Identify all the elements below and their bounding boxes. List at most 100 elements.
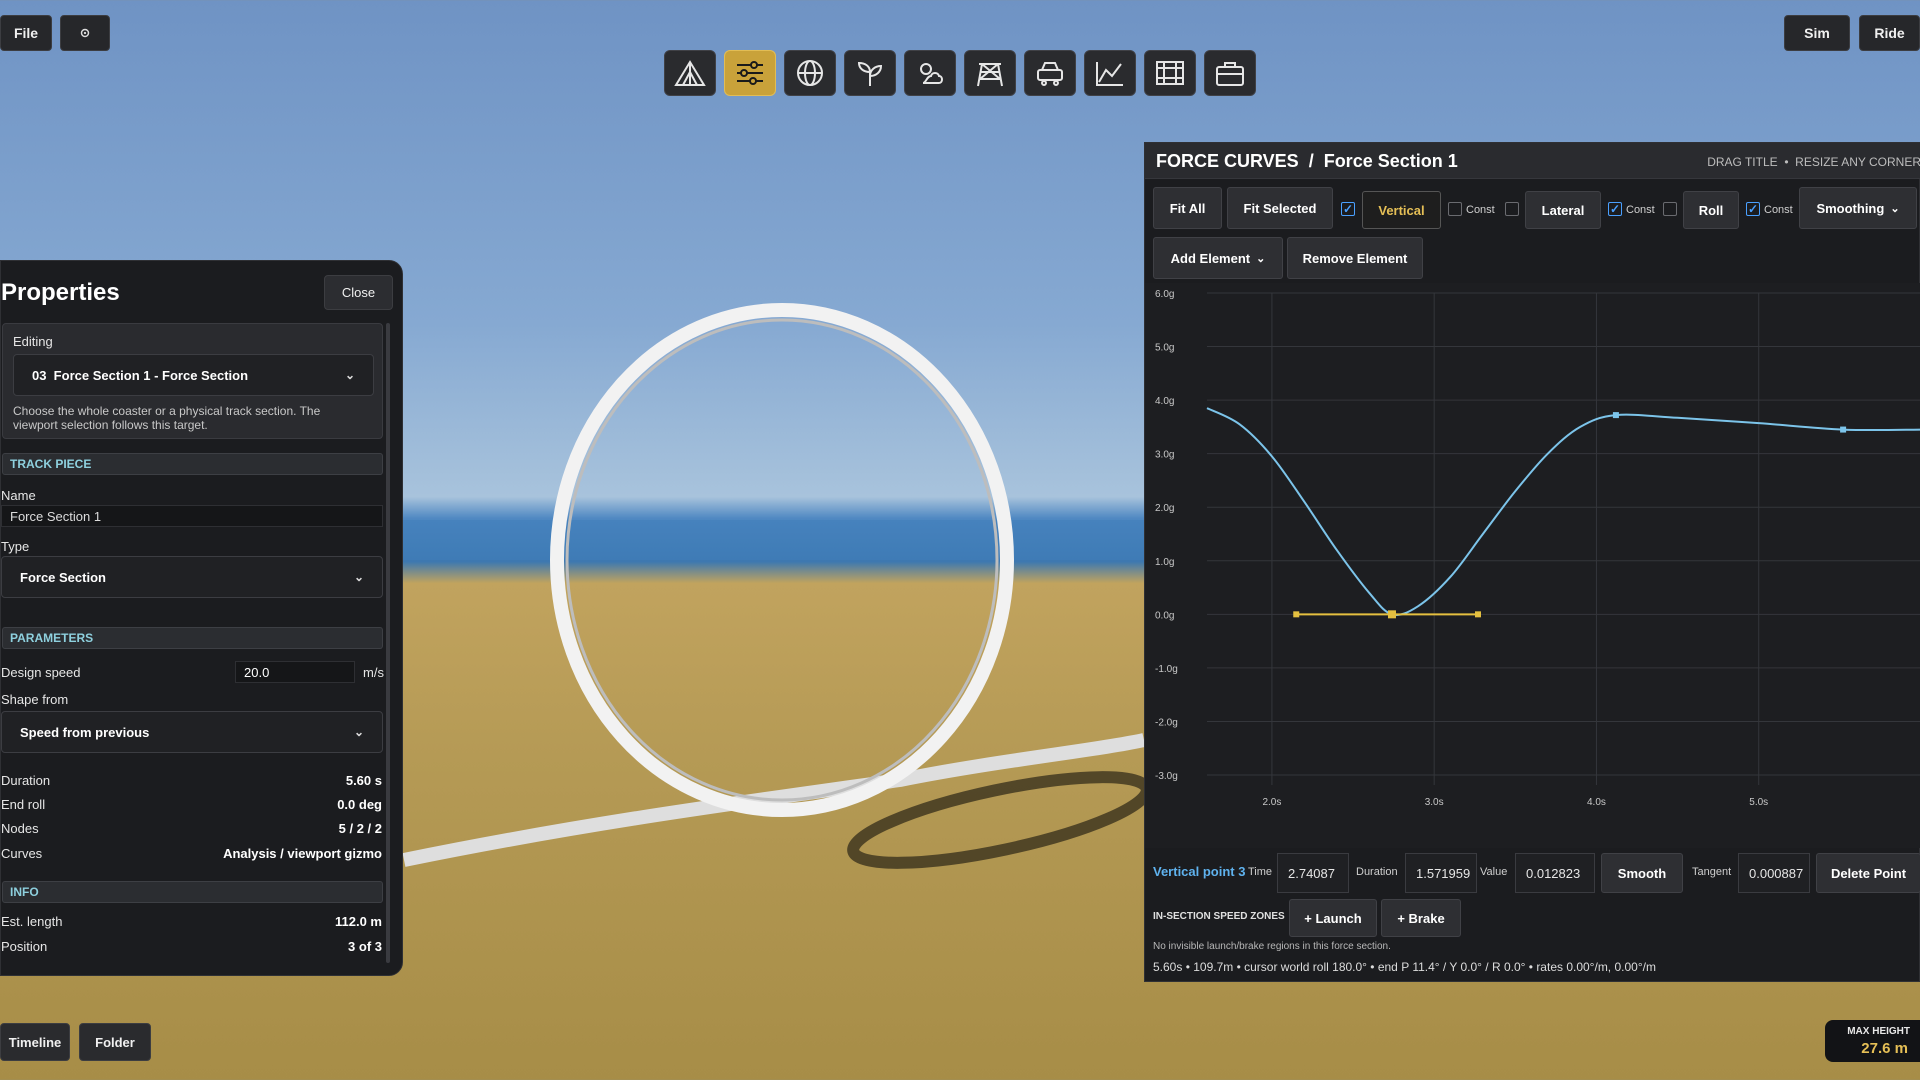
x-tick-label: 3.0s: [1425, 797, 1444, 808]
tool-globe[interactable]: [784, 50, 836, 96]
point-label: Vertical point 3: [1153, 864, 1246, 879]
folder-button[interactable]: Folder: [79, 1023, 151, 1061]
gear-icon: [80, 28, 90, 38]
close-button[interactable]: Close: [324, 275, 393, 310]
vertical-const-checkbox[interactable]: [1448, 202, 1462, 216]
fit-selected-button[interactable]: Fit Selected: [1227, 187, 1333, 229]
info-value: 3 of 3: [348, 939, 382, 954]
y-tick-label: 5.0g: [1155, 343, 1174, 354]
max-height-value: 27.6 m: [1861, 1040, 1908, 1057]
force-curve-chart[interactable]: 6.0g 5.0g 4.0g 3.0g 2.0g 1.0g 0.0g -1.0g -2.0g -3…: [1145, 283, 1920, 848]
file-button[interactable]: File: [0, 15, 52, 51]
curve-point: [1840, 426, 1847, 433]
delete-point-button[interactable]: Delete Point: [1816, 853, 1920, 893]
roll-checkbox[interactable]: [1663, 202, 1677, 216]
type-select[interactable]: Force Section ⌄: [1, 556, 383, 598]
const-label: Const: [1764, 204, 1793, 216]
force-curves-title: FORCE CURVES / Force Section 1: [1156, 151, 1458, 171]
parameters-header: PARAMETERS: [2, 627, 383, 649]
film-icon: [1156, 61, 1184, 85]
y-tick-label: -1.0g: [1155, 664, 1178, 675]
add-element-label: Add Element: [1170, 250, 1251, 266]
speed-zones-label: IN-SECTION SPEED ZONES: [1153, 911, 1285, 922]
design-speed-input[interactable]: 20.0: [235, 661, 355, 683]
name-input[interactable]: Force Section 1: [1, 505, 383, 527]
shape-from-select-value: Speed from previous: [20, 724, 150, 740]
chevron-down-icon: ⌄: [344, 368, 355, 382]
weather-icon: [920, 63, 943, 84]
stat-label: Duration: [1, 773, 51, 788]
stat-label: Curves: [1, 846, 43, 861]
editing-help: Choose the whole coaster or a physical t…: [13, 404, 321, 432]
lateral-const-checkbox[interactable]: ✓: [1608, 202, 1622, 216]
editing-select-value: 03 Force Section 1 - Force Section: [32, 367, 249, 383]
plant-icon: [857, 61, 883, 86]
tool-film[interactable]: [1144, 50, 1196, 96]
max-height-label: MAX HEIGHT: [1847, 1026, 1910, 1037]
duration-input[interactable]: 1.571959: [1405, 853, 1477, 893]
tool-weather[interactable]: [904, 50, 956, 96]
lateral-checkbox[interactable]: [1505, 202, 1519, 216]
tent-icon: [674, 60, 706, 86]
tool-car[interactable]: [1024, 50, 1076, 96]
no-regions-note: No invisible launch/brake regions in thi…: [1153, 941, 1391, 952]
y-tick-label: 2.0g: [1155, 503, 1174, 514]
launch-button[interactable]: + Launch: [1289, 899, 1377, 937]
tool-plant[interactable]: [844, 50, 896, 96]
tool-sliders[interactable]: [724, 50, 776, 96]
y-tick-label: -3.0g: [1155, 771, 1178, 782]
timeline-button[interactable]: Timeline: [0, 1023, 70, 1061]
design-speed-unit: m/s: [363, 665, 384, 680]
tower-icon: [977, 63, 1003, 87]
const-label: Const: [1626, 204, 1655, 216]
lateral-button[interactable]: Lateral: [1525, 191, 1601, 229]
type-select-value: Force Section: [20, 569, 106, 585]
fit-all-button[interactable]: Fit All: [1153, 187, 1222, 229]
info-label: Est. length: [1, 914, 63, 929]
vertical-checkbox[interactable]: ✓: [1341, 202, 1355, 216]
properties-scrollbar[interactable]: [386, 323, 390, 963]
stat-value: 5 / 2 / 2: [338, 821, 382, 836]
name-label: Name: [1, 488, 36, 503]
remove-element-button[interactable]: Remove Element: [1287, 237, 1423, 279]
editing-select[interactable]: 03 Force Section 1 - Force Section ⌄: [13, 354, 374, 396]
vertical-button[interactable]: Vertical: [1362, 191, 1441, 229]
add-element-dropdown[interactable]: Add Element ⌄: [1153, 237, 1283, 279]
roll-button[interactable]: Roll: [1683, 191, 1739, 229]
tool-tower[interactable]: [964, 50, 1016, 96]
value-input[interactable]: 0.012823: [1515, 853, 1595, 893]
stat-value: 5.60 s: [345, 773, 382, 788]
y-tick-label: -2.0g: [1155, 717, 1178, 728]
shape-from-select[interactable]: Speed from previous ⌄: [1, 711, 383, 753]
tool-graph[interactable]: [1084, 50, 1136, 96]
selected-curve-point: [1387, 610, 1396, 619]
smooth-button[interactable]: Smooth: [1601, 853, 1683, 893]
tangent-label: Tangent: [1692, 866, 1732, 878]
time-input[interactable]: 2.74087: [1277, 853, 1349, 893]
info-label: Position: [1, 939, 48, 954]
roll-const-checkbox[interactable]: ✓: [1746, 202, 1760, 216]
brake-button[interactable]: + Brake: [1381, 899, 1461, 937]
x-tick-label: 5.0s: [1749, 797, 1768, 808]
force-curve-graph[interactable]: 6.0g 5.0g 4.0g 3.0g 2.0g 1.0g 0.0g -1.0g -2.0g -3…: [1145, 283, 1920, 848]
sliders-icon: [737, 61, 763, 85]
type-label: Type: [1, 539, 30, 554]
tool-tent[interactable]: [664, 50, 716, 96]
tool-toolbox[interactable]: [1204, 50, 1256, 96]
editing-label: Editing: [13, 334, 53, 349]
tangent-input[interactable]: 0.000887: [1738, 853, 1810, 893]
max-height-readout: MAX HEIGHT 27.6 m: [1825, 1020, 1920, 1062]
tool-palette: [664, 50, 1256, 96]
value-label: Value: [1480, 866, 1508, 878]
shape-from-label: Shape from: [1, 692, 69, 707]
properties-title: Properties: [1, 279, 120, 306]
settings-button[interactable]: [60, 15, 110, 51]
ride-button[interactable]: Ride: [1859, 15, 1920, 51]
info-header: INFO: [2, 881, 383, 903]
force-curves-titlebar[interactable]: FORCE CURVES / Force Section 1 DRAG TITL…: [1145, 143, 1920, 179]
sim-button[interactable]: Sim: [1784, 15, 1850, 51]
chevron-down-icon: ⌄: [353, 570, 364, 584]
duration-label: Duration: [1356, 866, 1398, 878]
smoothing-dropdown[interactable]: Smoothing ⌄: [1799, 187, 1917, 229]
tangent-handle: [1293, 611, 1300, 618]
